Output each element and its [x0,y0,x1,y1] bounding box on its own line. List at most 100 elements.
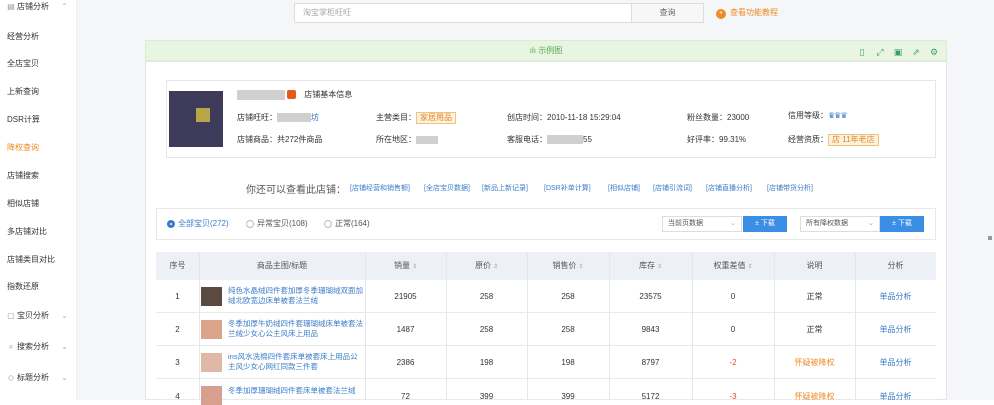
sidebar-item-all-goods[interactable]: 全店宝贝 [0,54,76,74]
blurred-phone [547,135,583,145]
wangwang-link[interactable]: 坊 [311,113,319,122]
col-header-title: 商品主图/标题 [256,261,308,270]
product-title-link[interactable]: 冬季加厚珊瑚绒四件套床单被套法兰绒 [228,386,363,396]
cell-sale-price: 258 [561,325,575,334]
sidebar-item-new-query[interactable]: 上新查询 [0,82,76,102]
cell-orig-price: 258 [479,325,494,334]
cell-note: 怀疑被降权 [794,358,835,367]
bookmark-icon[interactable]: ▯ [855,46,869,58]
sort-icon: ⇕ [492,264,499,270]
link-dsr[interactable]: [DSR补单计算] [544,183,591,193]
link-all-goods[interactable]: [全店宝贝数据] [424,183,470,193]
sidebar-item-similar-shops[interactable]: 相似店铺 [0,194,76,214]
save-icon[interactable]: ▣ [891,46,905,58]
radio-all-goods[interactable]: 全部宝贝(272) [167,218,229,230]
goods-count-field: 店铺商品：共272件商品 [237,135,323,144]
link-similar-shops[interactable]: [相似店铺] [608,183,640,193]
cell-orig-price: 198 [479,358,494,367]
link-shop-sales[interactable]: [店铺经营和销售额] [350,183,410,193]
shop-search-input[interactable]: 淘宝掌柜旺旺 [294,3,632,23]
single-analysis-link[interactable]: 单品分析 [855,357,936,369]
product-thumbnail[interactable] [201,386,222,405]
sidebar-group-title-analysis[interactable]: ◇ 标题分析 ⌄ [0,368,76,388]
cell-weight: -3 [729,392,737,401]
sidebar-item-multi-shop-compare[interactable]: 多店铺对比 [0,222,76,242]
credit-field: 信用等级：♛♛♛ [788,111,847,120]
link-new-records[interactable]: [新品上新记录] [482,183,528,193]
chevron-down-icon: ⌄ [61,373,68,382]
link-traffic-words[interactable]: [店铺引流词] [653,183,692,193]
col-header-stock[interactable]: 库存 ⇕ [609,260,692,271]
product-title-link[interactable]: ins风水洗棉四件套床单被套床上用品公主风少女心网红同款三件套 [228,352,363,372]
data-scope-select[interactable]: 当前页数据 ⌄ [662,216,742,232]
cell-orig-price: 399 [479,392,494,401]
radio-normal-goods[interactable]: 正常(164) [324,218,370,230]
col-header-no: 序号 [169,261,186,270]
product-title-link[interactable]: 冬季加厚牛奶绒四件套珊瑚绒床单被套法兰绒少女心公主风床上用品 [228,319,363,339]
col-header-orig-price[interactable]: 原价 ⇕ [446,260,527,271]
product-thumbnail[interactable] [201,353,222,372]
tutorial-link[interactable]: + 查看功能教程 [716,7,778,19]
region-field: 所在地区： [376,134,438,146]
example-bar: ılı 示例图 [145,40,947,61]
col-header-sales[interactable]: 销量 ⇕ [365,260,446,271]
cell-sale-price: 399 [561,392,575,401]
chevron-down-icon: ⌄ [868,220,874,227]
query-button[interactable]: 查询 [632,3,704,23]
sidebar-item-dsr[interactable]: DSR计算 [0,110,76,130]
col-header-sale-price[interactable]: 销售价 ⇕ [527,260,609,271]
cell-note: 正常 [806,292,823,301]
sidebar-group-search-analysis[interactable]: ⌕ 搜索分析 ⌄ [0,337,76,357]
expand-icon[interactable]: ⤢ [873,46,887,58]
cell-sales: 2386 [396,358,415,367]
link-live-analysis[interactable]: [店铺直播分析] [706,183,752,193]
scroll-indicator[interactable] [988,236,992,240]
created-field: 创店时间：2010-11-18 15:29:04 [507,113,621,122]
col-header-weight[interactable]: 权重差值 ⇕ [692,260,774,271]
category-field: 主营类目： 家居用品 [376,112,456,124]
sidebar-group-shop-analysis[interactable]: ▤ 店铺分析 ⌃ [0,0,76,17]
share-icon[interactable]: ⇗ [909,46,923,58]
sidebar-group-goods-analysis[interactable]: ▢ 宝贝分析 ⌄ [0,306,76,326]
product-thumbnail[interactable] [201,287,222,306]
cell-weight: 0 [730,292,736,301]
col-header-analysis: 分析 [887,261,904,270]
cell-no: 3 [175,358,180,367]
sidebar-item-downgrade-query[interactable]: 降权查询 [0,138,76,158]
cell-sales: 21905 [394,292,417,301]
single-analysis-link[interactable]: 单品分析 [855,291,936,303]
cell-no: 4 [175,392,180,401]
sort-icon: ⇕ [747,264,753,270]
sort-icon: ⇕ [578,264,584,270]
taobao-badge-icon [287,90,296,100]
cell-weight: -2 [729,358,737,367]
shop-logo-mark [196,108,210,122]
old-shop-badge: 店 11年老店 [828,134,879,146]
chevron-down-icon: ⌄ [61,342,68,351]
bar-chart-icon: ılı [529,46,539,55]
single-analysis-link[interactable]: 单品分析 [855,324,936,336]
blurred-shop-name [237,89,285,100]
sidebar-item-index-restore[interactable]: 指数还原 [0,277,76,297]
download-all-button[interactable]: ± 下载 [880,216,924,232]
sidebar-item-category-compare[interactable]: 店铺类目对比 [0,250,76,270]
cell-sales: 72 [401,392,410,401]
cell-stock: 5172 [641,392,660,401]
cell-orig-price: 258 [479,292,494,301]
downgrade-scope-select[interactable]: 所有降权数据 ⌄ [800,216,880,232]
wangwang-field: 店铺旺旺：坊 [237,113,319,123]
tag-icon: ◇ [7,373,15,382]
settings-icon[interactable]: ⚙ [927,46,941,58]
chevron-down-icon: ⌄ [730,220,736,227]
download-current-button[interactable]: ± 下载 [743,216,787,232]
link-goods-analysis[interactable]: [店铺带货分析] [767,183,813,193]
sidebar-item-business-analysis[interactable]: 经营分析 [0,27,76,47]
product-thumbnail[interactable] [201,320,222,339]
radio-abnormal-goods[interactable]: 异常宝贝(108) [246,218,308,230]
product-title-link[interactable]: 纯色水晶绒四件套加厚冬季珊瑚绒双面加绒北欧宽边床单被套法兰绒 [228,286,363,306]
sidebar-item-shop-search[interactable]: 店铺搜索 [0,166,76,186]
single-analysis-link[interactable]: 单品分析 [855,391,936,403]
cell-stock: 9843 [641,325,660,334]
sort-icon: ⇕ [411,264,418,270]
plus-circle-icon: + [716,9,726,19]
